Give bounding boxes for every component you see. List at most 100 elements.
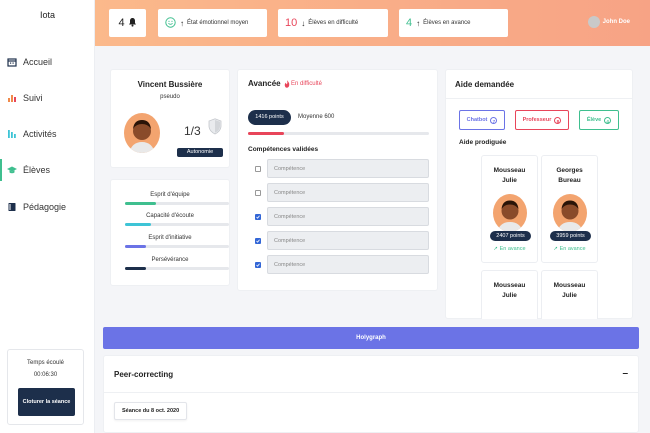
help-title: Aide demandée — [455, 80, 515, 89]
helper-last-name: Bureau — [558, 177, 581, 184]
chatbot-help-button[interactable]: Chatbot 7 — [459, 110, 505, 130]
holygraph-button[interactable]: Holygraph — [103, 327, 639, 349]
skill-bar — [125, 245, 229, 248]
arrow-up-icon: ↑ — [416, 18, 421, 28]
book-icon — [7, 202, 17, 212]
helper-last-name: Julie — [502, 292, 517, 299]
smiley-icon — [165, 16, 176, 30]
help-button-label: Professeur — [522, 117, 552, 123]
skill-label: Esprit d'équipe — [150, 192, 190, 198]
competence-field[interactable]: Compétence — [267, 207, 429, 226]
help-button-label: Chatbot — [466, 117, 488, 123]
student-avatar — [124, 113, 160, 153]
helper-name: Mousseau Julie — [482, 166, 537, 186]
competence-row[interactable]: Compétence — [248, 255, 429, 274]
session-timer: Temps écoulé 00:06:30 Cloturer la séance — [7, 349, 84, 425]
skill-bar-fill — [125, 223, 151, 226]
session-chip[interactable]: Séance du 8 oct. 2020 — [114, 402, 188, 420]
checkbox-box[interactable] — [254, 189, 261, 196]
helper-card[interactable]: Mousseau Julie — [481, 270, 538, 319]
sidebar: Iota Accueil Suivi Activités Élèves Péda… — [0, 0, 95, 433]
helper-last-name: Julie — [502, 177, 517, 184]
sidebar-item-pedagogie[interactable]: Pédagogie — [0, 196, 95, 218]
autonomy-fraction: 1/3 — [184, 124, 201, 138]
helper-points-badge: 3959 points — [550, 231, 591, 241]
rocket-icon: ➚ — [553, 246, 559, 252]
sidebar-item-label: Activités — [23, 129, 57, 139]
helper-first-name: Mousseau — [493, 282, 526, 289]
difficulty-card[interactable]: 10 ↓ Élèves en difficulté — [278, 9, 388, 37]
student-help-button[interactable]: Élève 4 — [579, 110, 619, 130]
competence-checkbox[interactable] — [248, 159, 267, 178]
competence-row[interactable]: Compétence — [248, 183, 429, 202]
teacher-help-button[interactable]: Professeur 8 — [515, 110, 569, 130]
status-badge: En difficulté — [291, 81, 322, 87]
helper-first-name: Georges — [556, 167, 583, 174]
help-count-badge: 7 — [490, 116, 498, 124]
helper-points-badge: 2407 points — [490, 231, 531, 241]
sidebar-item-eleves[interactable]: Élèves — [0, 159, 95, 181]
peer-title: Peer-correcting — [114, 370, 174, 379]
checkbox-box[interactable] — [254, 237, 261, 244]
activity-icon — [7, 129, 17, 139]
divider — [446, 98, 632, 99]
timer-label: Temps écoulé — [26, 360, 65, 366]
average-label: Moyenne 600 — [298, 114, 335, 120]
progress-card: Avancée En difficulté 1416 points Moyenn… — [237, 69, 438, 291]
emotion-card[interactable]: ↑ État émotionnel moyen — [158, 9, 267, 37]
bar-chart-icon — [7, 93, 17, 103]
helper-card[interactable]: Mousseau Julie — [541, 270, 598, 319]
advance-label: Élèves en avance — [423, 20, 471, 26]
skill-label: Persévérance — [151, 257, 189, 263]
points-badge: 1416 points — [248, 110, 291, 125]
user-name: John Doe — [602, 19, 630, 25]
user-menu[interactable]: John Doe — [587, 16, 630, 28]
avatar — [587, 16, 600, 28]
checkbox-box[interactable] — [254, 213, 261, 220]
competence-field[interactable]: Compétence — [267, 255, 429, 274]
helper-card[interactable]: Mousseau Julie 2407 points ➚ En avance — [481, 155, 538, 263]
help-card: Aide demandée — [445, 69, 633, 319]
close-session-button[interactable]: Cloturer la séance — [18, 388, 75, 416]
helper-first-name: Mousseau — [553, 282, 586, 289]
notifications-card[interactable]: 4 — [109, 9, 146, 37]
competence-row[interactable]: Compétence — [248, 207, 429, 226]
header-bar: 4 ↑ État émotionnel moyen 10 ↓ Élèves en… — [95, 0, 650, 46]
sidebar-item-label: Accueil — [23, 57, 53, 67]
bell-icon — [128, 17, 137, 29]
helper-name: Mousseau Julie — [542, 281, 597, 301]
competence-checkbox[interactable] — [248, 255, 267, 274]
helper-avatar — [553, 194, 587, 232]
sidebar-item-accueil[interactable]: Accueil — [0, 51, 95, 73]
timer-value: 00:06:30 — [33, 372, 58, 378]
competence-row[interactable]: Compétence — [248, 159, 429, 178]
competence-field[interactable]: Compétence — [267, 183, 429, 202]
sidebar-item-label: Élèves — [23, 165, 51, 175]
competence-checkbox[interactable] — [248, 231, 267, 250]
competence-checkbox[interactable] — [248, 183, 267, 202]
sidebar-item-label: Pédagogie — [23, 202, 67, 212]
sidebar-item-activites[interactable]: Activités — [0, 123, 95, 145]
advance-card[interactable]: 4 ↑ Élèves en avance — [399, 9, 508, 37]
helper-last-name: Julie — [562, 292, 577, 299]
skill-bar-fill — [125, 267, 146, 270]
helper-status: ➚ En avance — [542, 246, 597, 252]
competence-field[interactable]: Compétence — [267, 159, 429, 178]
student-card: Vincent Bussière pseudo 1/3 Autonomie — [110, 69, 230, 168]
checkbox-box[interactable] — [254, 261, 261, 268]
competence-field[interactable]: Compétence — [267, 231, 429, 250]
skills-card: Esprit d'équipe Capacité d'écoute Esprit… — [110, 179, 230, 286]
competence-row[interactable]: Compétence — [248, 231, 429, 250]
competences-title: Compétences validées — [248, 146, 319, 153]
skill-bar-fill — [125, 202, 157, 205]
help-button-label: Élève — [586, 117, 602, 123]
sidebar-item-label: Suivi — [23, 93, 43, 103]
collapse-button[interactable]: – — [622, 368, 628, 379]
helper-status-label: En avance — [499, 246, 526, 252]
competence-checkbox[interactable] — [248, 207, 267, 226]
helper-avatar — [493, 194, 527, 232]
helper-card[interactable]: Georges Bureau 3959 points ➚ En avance — [541, 155, 598, 263]
checkbox-box[interactable] — [254, 165, 261, 172]
skill-bar — [125, 267, 229, 270]
sidebar-item-suivi[interactable]: Suivi — [0, 87, 95, 109]
